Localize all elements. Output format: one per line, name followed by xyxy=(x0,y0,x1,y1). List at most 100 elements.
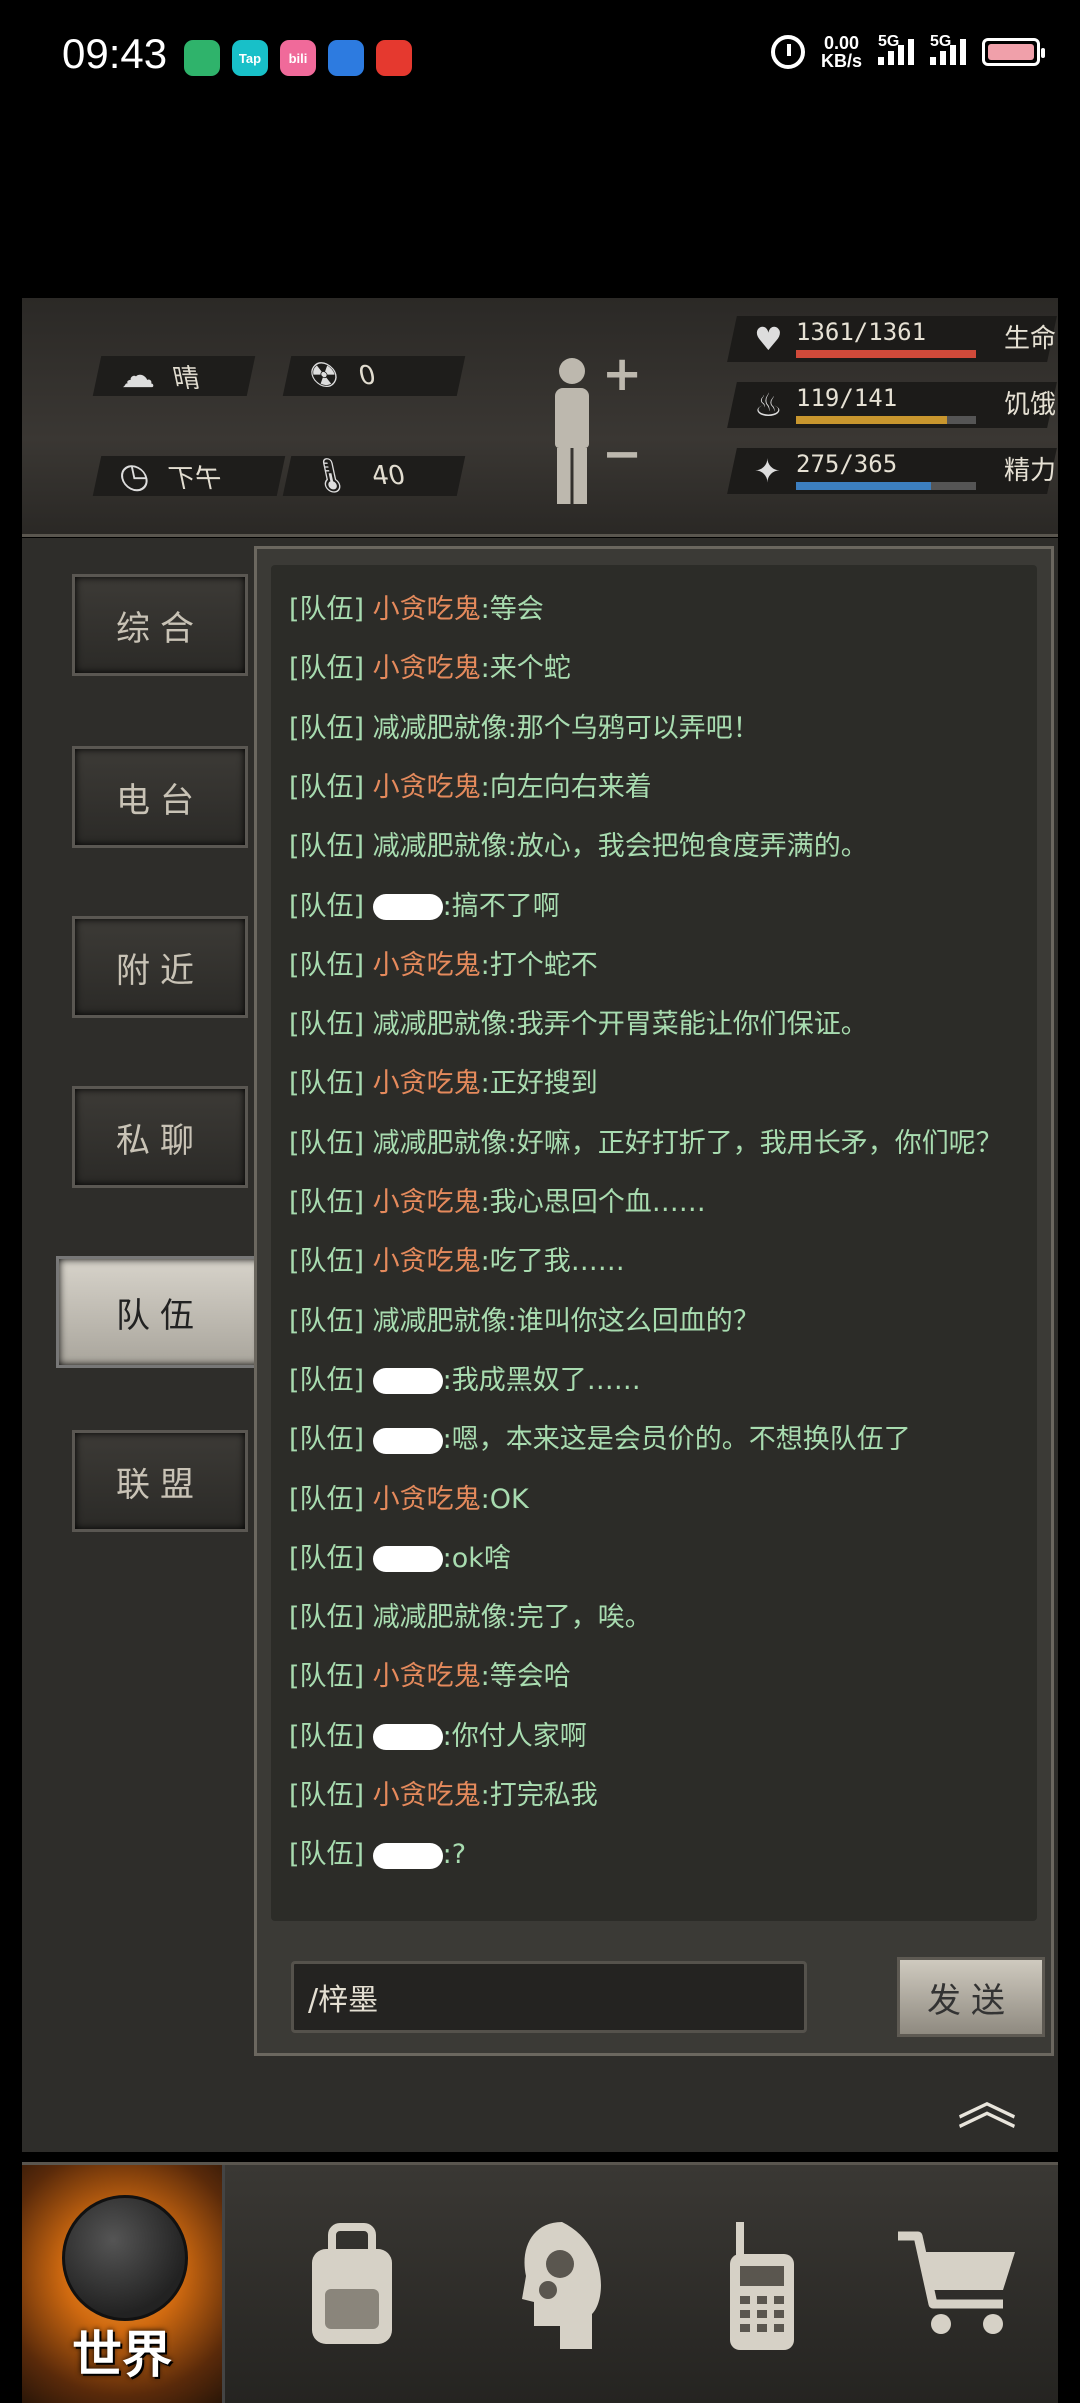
nav-backpack[interactable] xyxy=(252,2165,452,2403)
message-text: :完了，唉。 xyxy=(507,1602,652,1634)
message-text: :等会 xyxy=(480,594,544,625)
radiation-icon: ☢ xyxy=(304,356,344,396)
chat-message: [队伍] :ok啥 xyxy=(289,1536,511,1575)
nav-world[interactable]: 世界 xyxy=(22,2165,225,2403)
nav-shop[interactable] xyxy=(858,2165,1058,2403)
sender-name[interactable]: 减减肥就像 xyxy=(373,713,508,744)
sender-name[interactable]: 减减肥就像 xyxy=(373,1128,508,1159)
stat-1: ♨ 119/141 饥饿 xyxy=(727,382,1057,428)
radiation-value: 0 xyxy=(356,361,380,391)
thermometer-icon: 🌡 xyxy=(304,456,357,496)
sender-name[interactable]: 小贪吃鬼 xyxy=(373,772,481,803)
sender-name[interactable]: 小贪吃鬼 xyxy=(373,1780,481,1811)
sender-name[interactable]: 小贪吃鬼 xyxy=(373,1661,481,1692)
energy-icon: ✦ xyxy=(754,452,781,490)
globe-icon xyxy=(62,2195,188,2321)
channel-tag: [队伍] xyxy=(289,1009,365,1041)
status-bar: 09:43 Tap bili 0.00 KB/s 5G 5G xyxy=(0,0,1080,115)
stomach-icon: ♨ xyxy=(754,386,783,424)
sender-name[interactable]: 小贪吃鬼 xyxy=(373,1484,481,1515)
bottom-nav: 世界 xyxy=(22,2162,1058,2403)
channel-tag: [队伍] xyxy=(289,771,365,803)
signal-icon: 5G xyxy=(930,33,966,65)
message-text: :OK xyxy=(480,1483,529,1515)
channel-tag: [队伍] xyxy=(289,653,365,685)
weather-chip: ☁ 晴 xyxy=(92,356,256,396)
tab-0[interactable]: 综合 xyxy=(72,574,248,676)
nav-radio[interactable] xyxy=(662,2165,862,2403)
chat-message: [队伍] :? xyxy=(289,1832,466,1871)
chat-message: [队伍] 小贪吃鬼:我心思回个血…… xyxy=(289,1180,706,1219)
signal-icon: 5G xyxy=(878,33,914,65)
shop-cart-icon xyxy=(898,2231,1015,2334)
body-status-button[interactable] xyxy=(542,358,602,508)
channel-tag: [队伍] xyxy=(289,1720,365,1752)
chat-log[interactable]: [队伍] 小贪吃鬼:等会 [队伍] 小贪吃鬼:来个蛇 [队伍] 减减肥就像:那个乌鸦… xyxy=(271,565,1037,1921)
send-button[interactable]: 发送 xyxy=(897,1957,1045,2037)
chat-message: [队伍] :嗯，本来这是会员价的。不想换队伍了 xyxy=(289,1417,911,1456)
channel-tag: [队伍] xyxy=(289,1839,365,1871)
tab-2[interactable]: 附近 xyxy=(72,916,248,1018)
status-right: 0.00 KB/s 5G 5G xyxy=(770,33,1045,70)
collapse-up-icon[interactable]: ︽ xyxy=(952,2073,1022,2133)
tab-4[interactable]: 队伍 xyxy=(56,1256,264,1368)
chat-input-value: /梓墨 xyxy=(308,1983,379,2018)
skills-head-icon xyxy=(522,2222,601,2349)
chat-message: [队伍] :我成黑奴了…… xyxy=(289,1358,641,1397)
stat-value: 1361/1361 xyxy=(796,318,927,346)
nav-skills[interactable] xyxy=(462,2165,662,2403)
channel-tag: [队伍] xyxy=(289,1187,365,1218)
sender-name[interactable]: 减减肥就像 xyxy=(373,1602,508,1633)
sender-name[interactable]: 减减肥就像 xyxy=(373,1009,508,1040)
redacted-name xyxy=(372,1427,443,1454)
channel-tag: [队伍] xyxy=(289,1661,365,1693)
radiation-chip: ☢ 0 xyxy=(282,356,466,396)
sender-name[interactable]: 小贪吃鬼 xyxy=(373,1187,481,1218)
app-notification-icon: Tap xyxy=(232,40,268,76)
stat-bar xyxy=(796,416,976,424)
sender-name[interactable]: 小贪吃鬼 xyxy=(373,1068,481,1099)
cloud-sun-icon: ☁ xyxy=(114,356,158,396)
net-speed: 0.00 KB/s xyxy=(821,34,862,70)
sender-name[interactable]: 小贪吃鬼 xyxy=(373,950,481,981)
message-text: :等会哈 xyxy=(480,1661,571,1693)
stat-bar xyxy=(796,350,976,358)
message-text: :打完私我 xyxy=(480,1780,598,1811)
time-of-day-value: 下午 xyxy=(166,463,225,494)
radio-phone-icon xyxy=(730,2222,794,2350)
sender-name[interactable]: 小贪吃鬼 xyxy=(373,653,481,684)
channel-tag: [队伍] xyxy=(289,594,365,625)
sender-name[interactable]: 小贪吃鬼 xyxy=(373,1246,481,1277)
redacted-name xyxy=(372,1546,443,1573)
weather-value: 晴 xyxy=(170,363,203,394)
notification-icons: Tap bili xyxy=(184,40,412,76)
stat-0: ♥ 1361/1361 生命 xyxy=(727,316,1057,362)
chat-frame: [队伍] 小贪吃鬼:等会 [队伍] 小贪吃鬼:来个蛇 [队伍] 减减肥就像:那个乌鸦… xyxy=(254,546,1054,2056)
message-text: :打个蛇不 xyxy=(480,949,598,981)
battery-icon xyxy=(982,38,1045,66)
message-text: :搞不了啊 xyxy=(442,890,560,922)
channel-tag: [队伍] xyxy=(289,1068,365,1100)
tab-5[interactable]: 联盟 xyxy=(72,1430,248,1532)
sender-name[interactable]: 减减肥就像 xyxy=(373,1306,508,1337)
tab-1[interactable]: 电台 xyxy=(72,746,248,848)
channel-tag: [队伍] xyxy=(289,1246,365,1278)
message-text: :放心，我会把饱食度弄满的。 xyxy=(507,831,868,863)
heart-icon: ♥ xyxy=(754,320,783,358)
chat-message: [队伍] 小贪吃鬼:OK xyxy=(289,1477,529,1516)
chat-input[interactable]: /梓墨 xyxy=(291,1961,807,2033)
nav-world-label: 世界 xyxy=(72,2326,172,2384)
chat-message: [队伍] 小贪吃鬼:来个蛇 xyxy=(289,646,571,685)
sender-name[interactable]: 减减肥就像 xyxy=(373,831,508,862)
message-text: :来个蛇 xyxy=(480,653,571,685)
tab-3[interactable]: 私聊 xyxy=(72,1086,248,1188)
time-chip: ◷ 下午 xyxy=(92,456,286,496)
stat-label: 饥饿 xyxy=(1003,390,1056,420)
sender-name[interactable]: 小贪吃鬼 xyxy=(373,594,481,625)
redacted-name xyxy=(372,1368,443,1395)
backpack-icon xyxy=(312,2223,392,2344)
channel-tag: [队伍] xyxy=(289,1483,365,1515)
message-text: :向左向右来着 xyxy=(480,771,652,803)
chat-message: [队伍] 小贪吃鬼:吃了我…… xyxy=(289,1239,625,1278)
temperature-value: 40 xyxy=(368,461,409,491)
